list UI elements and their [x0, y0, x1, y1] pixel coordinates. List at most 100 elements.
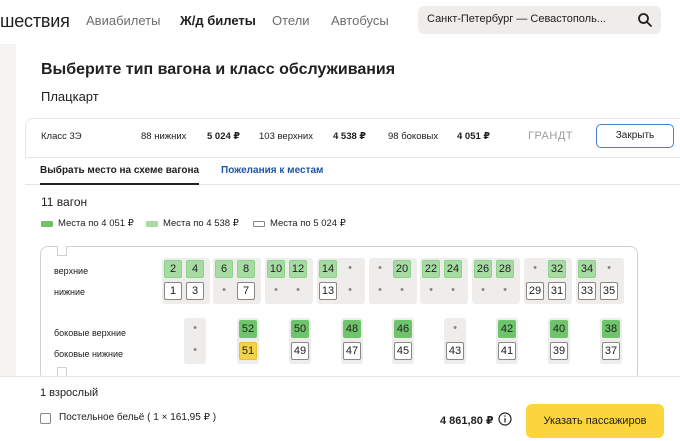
nav-trains[interactable]: Ж/д билеты — [180, 13, 256, 28]
seat-unavailable: • — [533, 262, 537, 274]
legend-label: Места по 5 024 ₽ — [270, 218, 346, 229]
linen-label[interactable]: Постельное бельё ( 1 × 161,95 ₽ ) — [59, 412, 216, 423]
seat-unavailable: • — [296, 284, 300, 296]
seat-7[interactable]: 7 — [237, 282, 255, 300]
seat-3[interactable]: 3 — [186, 282, 204, 300]
seat-unavailable: • — [348, 262, 352, 274]
linen-checkbox[interactable] — [40, 413, 51, 424]
seat-33[interactable]: 33 — [578, 282, 596, 300]
tab-seat-scheme[interactable]: Выбрать место на схеме вагона — [40, 165, 200, 185]
wagon-scheme: верхние нижние боковые верхние боковые н… — [40, 246, 638, 381]
seat-8[interactable]: 8 — [237, 260, 255, 278]
seat-12[interactable]: 12 — [289, 260, 307, 278]
upper-seats-count: 103 верхних — [259, 131, 313, 142]
seat-45[interactable]: 45 — [394, 342, 412, 360]
seat-6[interactable]: 6 — [215, 260, 233, 278]
legend-label: Места по 4 538 ₽ — [163, 218, 239, 229]
seat-49[interactable]: 49 — [291, 342, 309, 360]
seat-unavailable: • — [481, 284, 485, 296]
seat-28[interactable]: 28 — [496, 260, 514, 278]
service-class-row: Класс 3Э 88 нижних 5 024 ₽ 103 верхних 4… — [25, 118, 680, 158]
site-logo[interactable]: шествия — [0, 11, 70, 32]
seat-47[interactable]: 47 — [343, 342, 361, 360]
seat-42[interactable]: 42 — [498, 320, 516, 338]
nav-hotels[interactable]: Отели — [272, 13, 310, 28]
legend-item-upper: Места по 4 538 ₽ — [146, 218, 239, 229]
info-icon[interactable] — [498, 412, 512, 426]
side-seats-price: 4 051 ₽ — [457, 131, 491, 142]
seat-32[interactable]: 32 — [548, 260, 566, 278]
seat-2[interactable]: 2 — [164, 260, 182, 278]
seat-51[interactable]: 51 — [239, 342, 257, 360]
row-label-lower: нижние — [54, 287, 86, 297]
seat-14[interactable]: 14 — [319, 260, 337, 278]
seat-unavailable: • — [274, 284, 278, 296]
route-search-value: Санкт-Петербург — Севастополь... — [427, 13, 606, 25]
legend-swatch-white — [253, 220, 265, 227]
seat-unavailable: • — [429, 284, 433, 296]
seat-48[interactable]: 48 — [343, 320, 361, 338]
legend-swatch-green — [41, 220, 53, 227]
seat-34[interactable]: 34 — [578, 260, 596, 278]
seat-26[interactable]: 26 — [474, 260, 492, 278]
seat-24[interactable]: 24 — [444, 260, 462, 278]
specify-passengers-button[interactable]: Указать пассажиров — [526, 404, 664, 438]
class-label: Класс 3Э — [41, 131, 82, 142]
seat-unavailable: • — [451, 284, 455, 296]
seat-41[interactable]: 41 — [498, 342, 516, 360]
seat-46[interactable]: 46 — [394, 320, 412, 338]
seat-39[interactable]: 39 — [550, 342, 568, 360]
total-price: 4 861,80 ₽ — [440, 415, 494, 427]
side-seats-count: 98 боковых — [388, 131, 439, 142]
search-icon[interactable] — [637, 12, 653, 28]
wagon-entrance — [57, 246, 67, 256]
seat-40[interactable]: 40 — [550, 320, 568, 338]
seat-13[interactable]: 13 — [319, 282, 337, 300]
seat-unavailable: • — [503, 284, 507, 296]
upper-seats-price: 4 538 ₽ — [333, 131, 367, 142]
car-type: Плацкарт — [41, 89, 99, 104]
page-title: Выберите тип вагона и класс обслуживания — [41, 61, 396, 78]
lower-seats-count: 88 нижних — [141, 131, 187, 142]
row-label-side-lower: боковые нижние — [54, 349, 123, 359]
route-search[interactable]: Санкт-Петербург — Севастополь... — [418, 6, 661, 34]
legend-item-side: Места по 4 051 ₽ — [41, 218, 134, 229]
seat-unavailable: • — [193, 322, 197, 334]
nav-flights[interactable]: Авиабилеты — [86, 13, 160, 28]
seat-37[interactable]: 37 — [602, 342, 620, 360]
legend-label: Места по 4 051 ₽ — [58, 218, 134, 229]
tab-seat-wishes[interactable]: Пожелания к местам — [221, 165, 323, 176]
seat-unavailable: • — [453, 322, 457, 334]
nav-buses[interactable]: Автобусы — [331, 13, 389, 28]
close-button[interactable]: Закрыть — [596, 124, 674, 148]
seat-1[interactable]: 1 — [164, 282, 182, 300]
legend-swatch-light-green — [146, 220, 158, 227]
lower-seats-price: 5 024 ₽ — [207, 131, 241, 142]
seat-38[interactable]: 38 — [602, 320, 620, 338]
seat-50[interactable]: 50 — [291, 320, 309, 338]
seat-10[interactable]: 10 — [267, 260, 285, 278]
seat-20[interactable]: 20 — [393, 260, 411, 278]
passengers-count[interactable]: 1 взрослый — [40, 387, 98, 399]
seat-52[interactable]: 52 — [239, 320, 257, 338]
seat-35[interactable]: 35 — [600, 282, 618, 300]
seat-31[interactable]: 31 — [548, 282, 566, 300]
seat-unavailable: • — [348, 284, 352, 296]
top-header: шествия Авиабилеты Ж/д билеты Отели Авто… — [0, 0, 680, 44]
booking-footer: 1 взрослый Постельное бельё ( 1 × 161,95… — [0, 376, 680, 441]
wagon-number: 11 вагон — [41, 195, 88, 209]
row-label-side-upper: боковые верхние — [54, 328, 127, 338]
seat-43[interactable]: 43 — [446, 342, 464, 360]
seat-unavailable: • — [378, 262, 382, 274]
seat-29[interactable]: 29 — [526, 282, 544, 300]
carrier-name: ГРАНДТ — [528, 130, 574, 142]
row-label-upper: верхние — [54, 266, 89, 276]
seat-unavailable: • — [193, 344, 197, 356]
seat-22[interactable]: 22 — [422, 260, 440, 278]
seat-unavailable: • — [378, 284, 382, 296]
seat-4[interactable]: 4 — [186, 260, 204, 278]
seat-unavailable: • — [400, 284, 404, 296]
seat-unavailable: • — [607, 262, 611, 274]
legend-item-lower: Места по 5 024 ₽ — [253, 218, 346, 229]
seat-tabs: Выбрать место на схеме вагона Пожелания … — [25, 158, 680, 185]
